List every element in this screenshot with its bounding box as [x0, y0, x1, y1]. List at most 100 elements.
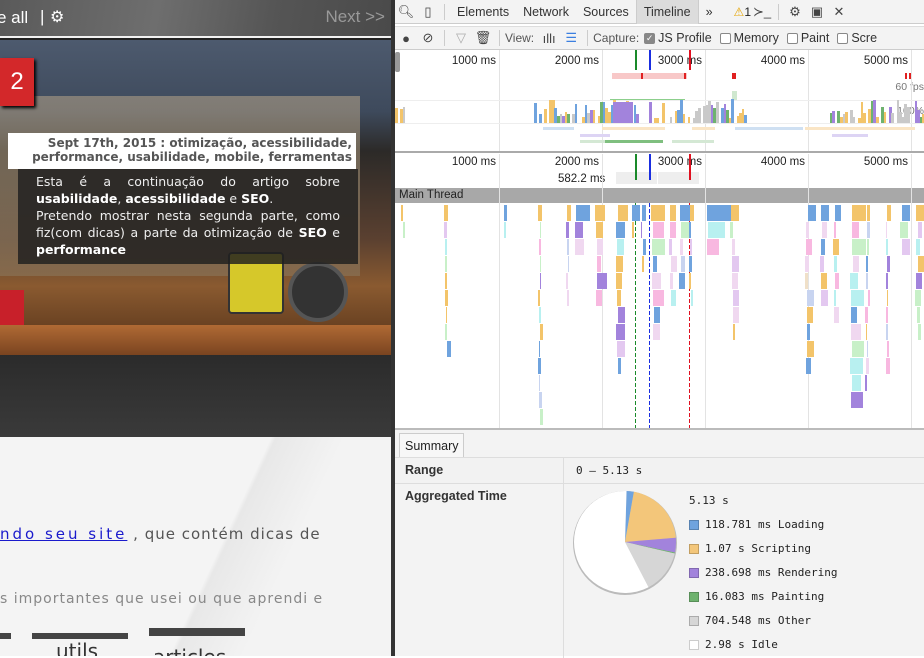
- post-number-badge: 2: [0, 58, 34, 106]
- flame-bar: [642, 239, 646, 255]
- cpu-bar: [574, 103, 578, 123]
- flame-bar: [652, 290, 665, 306]
- event-marker-dashed: [649, 359, 651, 363]
- event-marker-dashed: [649, 263, 651, 267]
- tab-summary[interactable]: Summary: [399, 433, 465, 457]
- frame-bar: [684, 73, 686, 79]
- search-icon[interactable]: 🔍︎: [395, 4, 417, 20]
- frame-duration-label: 582.2 ms: [558, 173, 606, 185]
- divider: [778, 3, 779, 20]
- device-mode-icon[interactable]: ▯: [417, 4, 439, 20]
- nav-articles[interactable]: articles: [153, 645, 226, 656]
- flamechart-view-icon[interactable]: ☰: [560, 30, 582, 46]
- js-profile-label: JS Profile: [658, 31, 712, 45]
- tab-timeline[interactable]: Timeline: [635, 0, 699, 24]
- divider-line: [395, 100, 924, 101]
- flame-bar: [617, 307, 626, 323]
- settings-gear-icon[interactable]: ⚙: [784, 4, 806, 20]
- event-marker-dashed: [689, 377, 691, 381]
- cpu-bar: [832, 111, 835, 123]
- event-marker-dashed: [649, 407, 651, 411]
- warning-icon[interactable]: ⚠: [734, 5, 745, 19]
- flame-bar: [902, 205, 911, 221]
- record-icon[interactable]: ●: [395, 31, 417, 46]
- workbench: [0, 325, 391, 355]
- event-marker-dashed: [649, 227, 651, 231]
- frame-bar: [909, 73, 911, 79]
- event-marker-dashed: [634, 335, 636, 339]
- event-marker-dashed: [634, 275, 636, 279]
- event-marker-dashed: [634, 395, 636, 399]
- cpu-bar: [687, 117, 691, 123]
- ruler-label: 2000 ms: [554, 55, 599, 67]
- event-marker: [634, 50, 637, 70]
- paint-label: Paint: [800, 31, 830, 45]
- event-marker-dashed: [649, 371, 651, 375]
- js-profile-checkbox[interactable]: ✓ JS Profile: [644, 31, 712, 45]
- ruler-label: 5000 ms: [863, 156, 908, 168]
- cpu-bar: [883, 111, 887, 123]
- flame-bar: [834, 273, 839, 289]
- frames-view-icon[interactable]: ıllı: [538, 31, 560, 46]
- main-thread-header[interactable]: Main Thread: [395, 188, 924, 203]
- flame-bar: [689, 205, 694, 221]
- flame-bar: [689, 273, 691, 289]
- gear-icon[interactable]: ⚙: [50, 7, 64, 27]
- more-tabs-button[interactable]: »: [699, 0, 720, 24]
- checkbox-icon: [837, 32, 849, 44]
- tab-elements[interactable]: Elements: [450, 0, 516, 24]
- dock-icon[interactable]: ▣: [806, 4, 828, 20]
- tab-sources[interactable]: Sources: [576, 0, 636, 24]
- event-marker-dashed: [634, 281, 636, 285]
- console-icon[interactable]: ≻_: [751, 4, 773, 20]
- event-marker-dashed: [634, 341, 636, 345]
- cpu-bar: [567, 114, 570, 123]
- filter-icon[interactable]: ▽: [450, 30, 472, 46]
- overview-left-handle[interactable]: [395, 52, 400, 72]
- pie-slice-scripting: [625, 491, 676, 542]
- event-marker-dashed: [689, 365, 691, 369]
- flame-bar: [641, 256, 645, 272]
- thread-bar: [580, 140, 605, 143]
- flame-chart[interactable]: 1000 ms 2000 ms 3000 ms 4000 ms 5000 ms …: [395, 154, 924, 429]
- warning-count[interactable]: 1: [744, 5, 751, 19]
- flame-bar: [805, 239, 812, 255]
- flame-bar: [805, 358, 812, 374]
- flame-bar: [807, 290, 815, 306]
- frame-block[interactable]: [658, 172, 699, 184]
- grid-line: [910, 154, 912, 428]
- event-marker-dashed: [634, 305, 636, 309]
- event-marker-dashed: [649, 413, 651, 417]
- excerpt-bold: usabilidade: [36, 191, 118, 206]
- flame-bar: [821, 222, 827, 238]
- cpu-bar: [613, 102, 633, 123]
- timeline-overview[interactable]: 1000 ms 2000 ms 3000 ms 4000 ms 5000 ms …: [395, 50, 924, 153]
- view-label: View:: [505, 31, 535, 45]
- clear-icon[interactable]: ⊘: [417, 30, 439, 46]
- nav-utils[interactable]: utils: [56, 639, 98, 656]
- devtools: 🔍︎ ▯ Elements Network Sources Timeline »…: [395, 0, 924, 658]
- page-header: e all | ⚙ Next >>: [0, 0, 391, 36]
- paragraph-2: s importantes que usei ou que aprendi e: [0, 591, 324, 607]
- event-marker-dashed: [689, 347, 691, 351]
- see-all-link[interactable]: e all: [0, 8, 28, 28]
- trash-icon[interactable]: 🗑︎: [472, 30, 494, 46]
- flame-bar: [651, 205, 666, 221]
- article-link[interactable]: ndo seu site: [0, 525, 127, 543]
- event-marker-dashed: [634, 287, 636, 291]
- tab-network[interactable]: Network: [516, 0, 576, 24]
- flame-bar: [915, 205, 924, 221]
- event-marker-dashed: [634, 377, 636, 381]
- divider: [587, 30, 589, 46]
- excerpt-text: e: [326, 225, 340, 240]
- ruler-label: 2000 ms: [554, 156, 599, 168]
- memory-checkbox[interactable]: Memory: [719, 31, 779, 45]
- event-marker-dashed: [634, 389, 636, 393]
- next-link[interactable]: Next >>: [325, 7, 385, 27]
- flame-bar: [887, 256, 890, 272]
- close-icon[interactable]: ✕: [828, 4, 850, 20]
- screenshots-checkbox[interactable]: Scre: [837, 31, 877, 45]
- flame-bar: [567, 205, 572, 221]
- flame-bar: [679, 239, 684, 255]
- paint-checkbox[interactable]: Paint: [786, 31, 830, 45]
